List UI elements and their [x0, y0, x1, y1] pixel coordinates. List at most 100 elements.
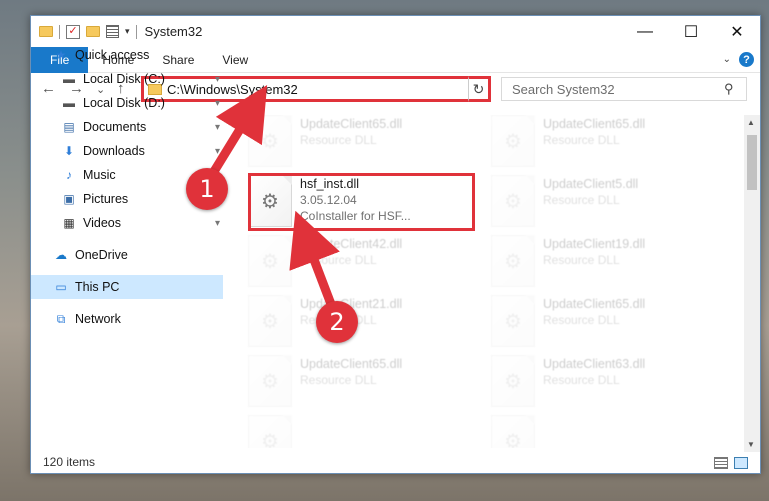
star-icon: ★: [55, 48, 67, 62]
pin-icon[interactable]: ▾: [215, 218, 220, 229]
sidebar-item-label: This PC: [75, 280, 120, 294]
file-description: Resource DLL: [543, 313, 620, 327]
details-view-icon[interactable]: [714, 457, 728, 469]
sidebar-item-label: Local Disk (D:): [83, 96, 165, 110]
step-1-badge: 1: [186, 168, 228, 210]
sidebar-item-label: Local Disk (C:): [83, 72, 165, 86]
file-description: Resource DLL: [300, 253, 377, 267]
sidebar-item-downloads[interactable]: ⬇ Downloads ▾: [31, 139, 223, 163]
sidebar-item-label: Quick access: [75, 48, 150, 62]
file-description: Resource DLL: [300, 133, 377, 147]
qat-dropdown-icon[interactable]: ▾: [125, 26, 130, 37]
qat-separator: [135, 24, 137, 39]
qat-separator: [59, 24, 60, 39]
list-item[interactable]: ⚙ UpdateClient21.dllResource DLL: [248, 295, 484, 353]
file-list: ⚙ UpdateClient65.dll Resource DLL ⚙ Updat…: [236, 115, 744, 448]
refresh-button[interactable]: ↻: [468, 76, 491, 102]
scroll-down-icon[interactable]: ▼: [747, 440, 755, 449]
list-item[interactable]: ⚙ UpdateClient42.dll Resource DLL: [248, 235, 484, 293]
scrollbar-thumb[interactable]: [747, 135, 757, 190]
properties-icon[interactable]: [106, 25, 119, 38]
documents-icon: ▤: [63, 120, 75, 134]
pin-icon[interactable]: ▾: [215, 74, 220, 85]
dll-file-icon: ⚙: [491, 415, 535, 448]
drive-icon: ▬: [63, 72, 75, 86]
sidebar-item-documents[interactable]: ▤ Documents ▾: [31, 115, 223, 139]
properties-check-icon[interactable]: ✓: [66, 24, 80, 39]
item-count: 120 items: [43, 455, 96, 469]
list-item[interactable]: ⚙ UpdateClient19.dll Resource DLL: [491, 235, 727, 293]
video-icon: ▦: [63, 216, 75, 230]
cloud-icon: ☁: [55, 248, 67, 262]
file-description: Resource DLL: [300, 373, 377, 387]
close-button[interactable]: ✕: [714, 16, 760, 47]
pin-icon[interactable]: ▾: [215, 98, 220, 109]
list-item[interactable]: ⚙ UpdateClient65.dll Resource DLL: [248, 115, 484, 173]
dll-file-icon: ⚙: [491, 355, 535, 407]
sidebar-item-label: Music: [83, 168, 116, 182]
sidebar-item-local-disk-c[interactable]: ▬ Local Disk (C:) ▾: [31, 67, 223, 91]
file-name: UpdateClient19.dll: [543, 237, 646, 251]
file-description: Resource DLL: [543, 193, 620, 207]
dll-file-icon: ⚙: [248, 295, 292, 347]
maximize-button[interactable]: ☐: [668, 16, 714, 47]
dll-file-icon: ⚙: [491, 115, 535, 167]
sidebar-item-local-disk-d[interactable]: ▬ Local Disk (D:) ▾: [31, 91, 223, 115]
dll-file-icon: ⚙: [248, 235, 292, 287]
target-file-highlight: [248, 173, 475, 231]
file-name: UpdateClient65.dll: [300, 117, 403, 131]
folder-icon: [39, 26, 53, 37]
scroll-up-icon[interactable]: ▲: [747, 118, 755, 127]
minimize-button[interactable]: —: [622, 16, 668, 47]
step-2-badge: 2: [316, 301, 358, 343]
file-name: UpdateClient5.dll: [543, 177, 639, 191]
status-bar: 120 items: [31, 451, 760, 473]
sidebar-item-label: Videos: [83, 216, 121, 230]
list-item[interactable]: ⚙ UpdateClient65.dll Resource DLL: [248, 355, 484, 413]
new-folder-icon[interactable]: [86, 26, 100, 37]
pin-icon[interactable]: ▾: [215, 122, 220, 133]
list-item[interactable]: ⚙ UpdateClient65.dll Resource DLL: [491, 115, 727, 173]
computer-icon: ▭: [55, 280, 67, 294]
vertical-scrollbar[interactable]: ▲ ▼: [744, 115, 760, 452]
network-icon: ⧉: [56, 311, 66, 326]
download-icon: ⬇: [63, 144, 75, 158]
list-item[interactable]: ⚙: [491, 415, 727, 448]
sidebar-item-quick-access[interactable]: ★ Quick access: [31, 43, 223, 67]
search-input[interactable]: Search System32 ⚲: [501, 77, 747, 101]
list-item[interactable]: ⚙: [248, 415, 484, 448]
sidebar-item-videos[interactable]: ▦ Videos ▾: [31, 211, 223, 235]
expand-ribbon-icon[interactable]: ⌄: [723, 54, 731, 65]
window-title: System32: [144, 24, 203, 39]
help-icon[interactable]: ?: [739, 52, 754, 67]
tiles-view-icon[interactable]: [734, 457, 748, 469]
pin-icon[interactable]: ▾: [215, 146, 220, 157]
sidebar-item-label: Documents: [83, 120, 147, 134]
dll-file-icon: ⚙: [248, 115, 292, 167]
file-name: UpdateClient65.dll: [543, 297, 646, 311]
dll-file-icon: ⚙: [491, 295, 535, 347]
file-name: UpdateClient63.dll: [543, 357, 646, 371]
pictures-icon: ▣: [63, 192, 75, 206]
sidebar-item-label: Network: [75, 312, 121, 326]
sidebar-item-onedrive[interactable]: ☁ OneDrive: [31, 243, 223, 267]
dll-file-icon: ⚙: [491, 175, 535, 227]
sidebar-item-this-pc[interactable]: ▭ This PC: [31, 275, 223, 299]
sidebar-item-network[interactable]: ⧉ Network: [31, 307, 223, 331]
list-item[interactable]: ⚙ UpdateClient63.dll Resource DLL: [491, 355, 727, 413]
explorer-window: ✓ ▾ System32 — ☐ ✕ File Home Share View …: [30, 15, 761, 474]
list-item[interactable]: ⚙ UpdateClient5.dll Resource DLL: [491, 175, 727, 233]
file-name: UpdateClient42.dll: [300, 237, 403, 251]
sidebar-item-label: OneDrive: [75, 248, 128, 262]
quick-access-toolbar: ✓ ▾: [31, 24, 137, 39]
ribbon-help-area: ⌄ ?: [723, 52, 754, 67]
sidebar-item-label: Pictures: [83, 192, 129, 206]
search-placeholder[interactable]: Search System32: [512, 82, 724, 97]
search-icon[interactable]: ⚲: [724, 81, 746, 97]
file-name: UpdateClient65.dll: [543, 117, 646, 131]
navigation-pane: ★ Quick access ▬ Local Disk (C:) ▾ ▬ Local Dis…: [31, 48, 223, 448]
dll-file-icon: ⚙: [491, 235, 535, 287]
list-item[interactable]: ⚙ UpdateClient65.dll Resource DLL: [491, 295, 727, 353]
file-description: Resource DLL: [543, 133, 620, 147]
file-description: Resource DLL: [543, 253, 620, 267]
